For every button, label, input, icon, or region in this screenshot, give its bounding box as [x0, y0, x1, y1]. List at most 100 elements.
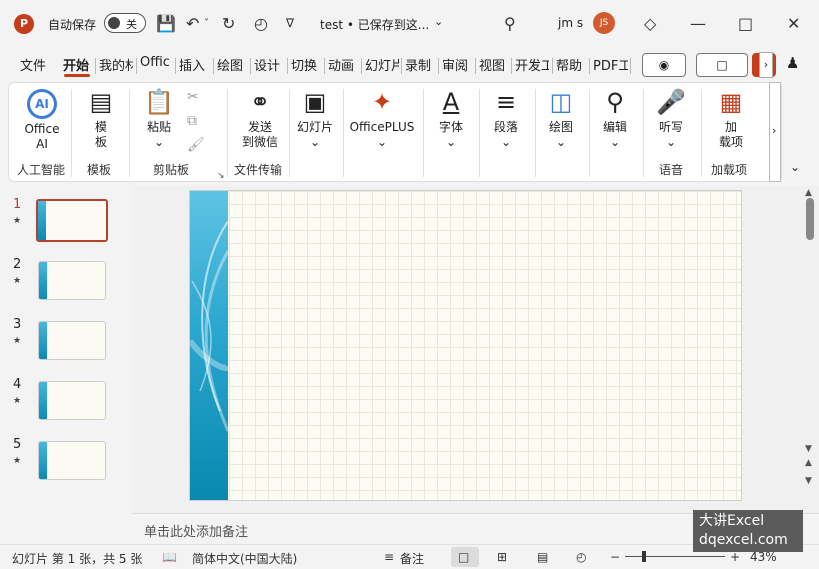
undo-dropdown-icon[interactable]: ˅ [204, 18, 209, 29]
tab-animations[interactable]: 动画 [328, 55, 354, 74]
next-slide-icon[interactable]: ▼ [805, 476, 812, 486]
diamond-icon[interactable]: ◇ [644, 14, 656, 33]
slides-button[interactable]: ▣ 幻灯片 ⌄ [293, 87, 337, 150]
tab-my-materials[interactable]: 我的材 [99, 55, 133, 74]
group-divider [343, 89, 344, 177]
ai-icon: AI [27, 89, 57, 119]
chevron-right-icon[interactable]: › [772, 124, 776, 137]
template-button[interactable]: ▤ 模 板 [79, 87, 123, 150]
avatar[interactable]: JS [593, 12, 615, 34]
drawing-button[interactable]: ◫ 绘图 ⌄ [539, 87, 583, 150]
slide-thumbnail[interactable] [38, 381, 106, 420]
search-icon[interactable]: ⚲ [504, 14, 516, 33]
zoom-in-button[interactable]: + [730, 550, 740, 564]
ribbon: AI Office AI ▤ 模 板 📋 粘贴 ⌄ ✂ ⧉ 🖌 ↘ ⚭ 发送 到… [8, 82, 782, 182]
maximize-icon[interactable]: □ [738, 14, 753, 33]
tab-scroll-right-button[interactable]: › [759, 52, 773, 78]
tab-help[interactable]: 帮助 [556, 55, 582, 74]
record-button[interactable]: ◉ [642, 53, 686, 77]
language-status[interactable]: 简体中文(中国大陆) [192, 550, 297, 567]
customize-quick-access-icon[interactable]: ∇ [286, 16, 294, 30]
tab-review[interactable]: 审阅 [442, 55, 468, 74]
format-painter-icon[interactable]: 🖌 [187, 137, 205, 153]
collapse-ribbon-icon[interactable]: ⌄ [790, 160, 800, 174]
slide-thumbnail[interactable] [36, 199, 108, 242]
slide-number: 1 [13, 197, 22, 212]
paste-button[interactable]: 📋 粘贴 ⌄ [137, 87, 181, 150]
chevron-right-icon: › [763, 58, 769, 71]
paragraph-button[interactable]: ≡ 段落 ⌄ [483, 87, 529, 150]
zoom-out-button[interactable]: − [610, 550, 620, 564]
slide-thumbnail[interactable] [38, 441, 106, 480]
scrollbar-thumb[interactable] [806, 198, 814, 240]
tab-transitions[interactable]: 切换 [291, 55, 317, 74]
zoom-slider-handle[interactable] [642, 551, 646, 562]
tab-view[interactable]: 视图 [479, 55, 505, 74]
template-label-2: 板 [94, 135, 107, 149]
tab-insert[interactable]: 插入 [179, 55, 205, 74]
close-icon[interactable]: ✕ [787, 14, 800, 33]
autosave-toggle[interactable]: 关 [104, 13, 146, 33]
coauthor-icon[interactable]: ♟ [786, 54, 799, 72]
normal-view-icon[interactable]: □ [458, 550, 469, 564]
slide-sorter-icon[interactable]: ⊞ [497, 550, 507, 564]
notes-icon[interactable]: ≡ [384, 550, 394, 564]
notes-toggle-button[interactable]: 备注 [400, 550, 424, 567]
watermark: 大讲Excel dqexcel.com [693, 510, 803, 552]
addins-button[interactable]: ▦ 加 载项 [709, 87, 753, 150]
tab-divider [511, 58, 512, 74]
font-icon: A [442, 88, 460, 116]
slide-thumbnail[interactable] [38, 321, 106, 360]
chevron-down-icon: ⌄ [609, 135, 621, 149]
send-to-wechat-button[interactable]: ⚭ 发送 到微信 [235, 87, 285, 150]
tab-record[interactable]: 录制 [405, 55, 431, 74]
drawing-label: 绘图 [548, 120, 573, 134]
comments-button[interactable]: □ [696, 53, 748, 77]
chevron-down-icon: ⌄ [445, 135, 457, 149]
copy-icon[interactable]: ⧉ [187, 113, 197, 129]
tab-divider [401, 58, 402, 74]
tab-slideshow[interactable]: 幻灯片 [365, 55, 399, 74]
group-label-addins: 加载项 [711, 163, 748, 177]
officeplus-button[interactable]: ✦ OfficePLUS ⌄ [347, 87, 417, 150]
slide-canvas[interactable] [189, 190, 742, 501]
editing-button[interactable]: ⚲ 编辑 ⌄ [593, 87, 637, 150]
user-name[interactable]: jm s [558, 16, 583, 30]
scroll-up-icon[interactable]: ▲ [805, 188, 812, 198]
clipboard-launcher-icon[interactable]: ↘ [217, 171, 225, 181]
zoom-slider[interactable] [625, 556, 725, 557]
search-icon: ⚲ [606, 88, 624, 116]
slide-thumbnail[interactable] [38, 261, 106, 300]
tab-pdf[interactable]: PDF工 [593, 55, 628, 74]
font-label: 字体 [438, 120, 463, 134]
tab-design[interactable]: 设计 [254, 55, 280, 74]
animation-star-icon: ★ [13, 216, 22, 226]
document-title[interactable]: test • 已保存到这... [320, 16, 429, 33]
office-ai-button[interactable]: AI Office AI [19, 87, 65, 152]
dictate-button[interactable]: 🎤 听写 ⌄ [649, 87, 693, 150]
font-button[interactable]: A 字体 ⌄ [429, 87, 473, 150]
tab-draw[interactable]: 绘图 [217, 55, 243, 74]
slideshow-icon[interactable]: ◴ [576, 550, 586, 564]
tab-file[interactable]: 文件 [20, 55, 46, 74]
group-divider [479, 89, 480, 177]
tab-divider [589, 58, 590, 74]
save-icon[interactable]: 💾 [156, 14, 176, 33]
cut-icon[interactable]: ✂ [187, 89, 199, 105]
tab-home[interactable]: 开始 [63, 55, 89, 74]
reading-view-icon[interactable]: ▤ [537, 550, 548, 564]
tab-office[interactable]: Offic [140, 55, 173, 70]
zoom-level[interactable]: 43% [750, 550, 777, 564]
group-label-clipboard: 剪贴板 [153, 163, 190, 177]
book-icon[interactable]: 📖 [162, 550, 177, 564]
redo-icon[interactable]: ↻ [222, 14, 235, 33]
tab-developer[interactable]: 开发工 [515, 55, 549, 74]
notes-placeholder[interactable]: 单击此处添加备注 [144, 521, 248, 540]
minimize-icon[interactable]: — [690, 14, 706, 33]
present-from-start-icon[interactable]: ◴ [254, 14, 268, 33]
undo-icon[interactable]: ↶ [186, 14, 199, 33]
paste-icon: 📋 [144, 88, 174, 116]
chevron-down-icon[interactable]: ⌄ [434, 15, 443, 28]
scroll-down-icon[interactable]: ▼ [805, 444, 812, 454]
previous-slide-icon[interactable]: ▲ [805, 458, 812, 468]
